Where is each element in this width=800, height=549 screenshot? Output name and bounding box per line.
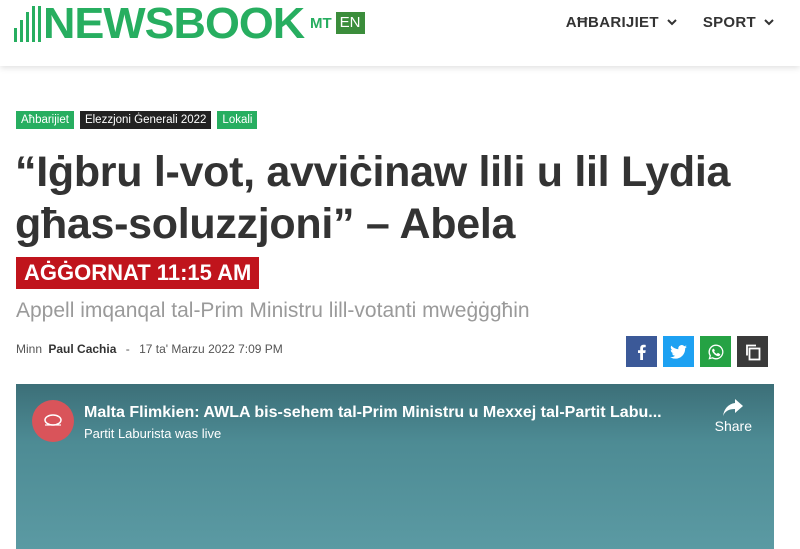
updated-badge: AĠĠORNAT 11:15 AM	[16, 257, 260, 289]
nav-item-sport[interactable]: SPORT	[703, 14, 774, 31]
video-channel-status: Partit Laburista was live	[84, 426, 222, 441]
logo-text: NEWSBOOK	[43, 0, 305, 48]
nav-label: SPORT	[702, 14, 756, 31]
share-buttons	[626, 336, 768, 367]
embedded-video[interactable]: Malta Flimkien: AWLA bis-sehem tal-Prim …	[16, 384, 774, 549]
video-share-button[interactable]: Share	[715, 398, 752, 434]
video-share-label: Share	[714, 418, 752, 434]
whatsapp-icon	[708, 344, 723, 359]
newsbook-logo[interactable]: NEWSBOOK	[14, 2, 305, 46]
whatsapp-share-button[interactable]	[700, 336, 731, 367]
nav-item-ahbarijiet[interactable]: AĦBARIJIET	[566, 14, 677, 31]
article-title: “Iġbru l-vot, avviċinaw lili u lil Lydia…	[15, 148, 731, 248]
facebook-icon	[637, 344, 646, 360]
byline-prefix: Minn	[16, 342, 43, 356]
main-nav: AĦBARIJIET SPORT	[566, 14, 774, 31]
twitter-share-button[interactable]	[663, 336, 694, 367]
article-subtitle: Appell imqanqal tal-Prim Ministru lill-v…	[16, 299, 530, 322]
channel-avatar[interactable]	[32, 400, 74, 442]
copy-icon	[745, 344, 760, 360]
rose-logo-icon	[44, 414, 62, 426]
chevron-down-icon	[667, 17, 677, 29]
tag-lokali[interactable]: Lokali	[217, 111, 258, 129]
site-header: NEWSBOOK MT EN AĦBARIJIET SPORT	[0, 0, 800, 66]
byline-separator: -	[125, 342, 130, 356]
tag-ahbarijiet[interactable]: Aħbarijiet	[16, 111, 74, 129]
copy-link-button[interactable]	[737, 336, 768, 367]
share-arrow-icon	[723, 399, 744, 416]
publish-date: 17 ta' Marzu 2022 7:09 PM	[139, 342, 283, 356]
lang-en-link[interactable]: EN	[335, 12, 365, 34]
facebook-share-button[interactable]	[626, 336, 657, 367]
chevron-down-icon	[764, 17, 774, 29]
video-title[interactable]: Malta Flimkien: AWLA bis-sehem tal-Prim …	[84, 404, 704, 422]
lang-mt-link[interactable]: MT	[310, 15, 332, 32]
category-tags: Aħbarijiet Elezzjoni Ġenerali 2022 Lokal…	[16, 111, 258, 129]
language-switch: MT EN	[310, 12, 365, 34]
author-link[interactable]: Paul Cachia	[48, 342, 116, 356]
tag-elezzjoni[interactable]: Elezzjoni Ġenerali 2022	[79, 111, 212, 129]
logo-bars-icon	[14, 6, 41, 42]
byline: Minn Paul Cachia - 17 ta' Marzu 2022 7:0…	[16, 342, 283, 356]
nav-label: AĦBARIJIET	[565, 14, 659, 31]
twitter-icon	[670, 344, 687, 359]
